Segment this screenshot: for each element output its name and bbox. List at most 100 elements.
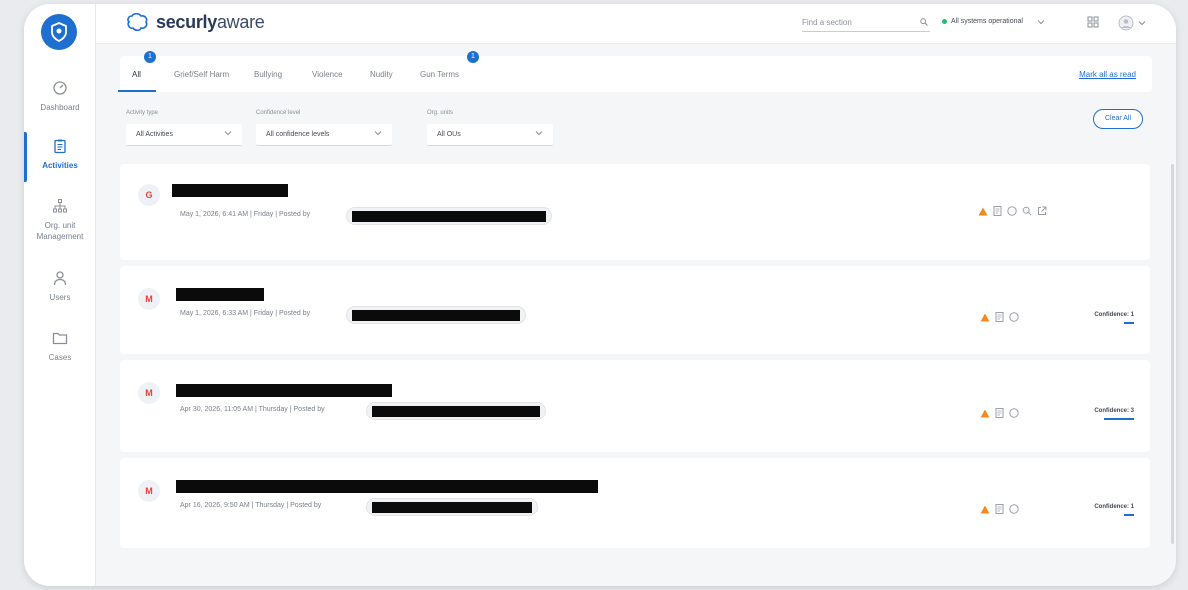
warning-icon[interactable]	[978, 207, 988, 216]
chevron-down-icon	[1037, 19, 1045, 24]
external-link-icon[interactable]	[1037, 206, 1047, 216]
google-icon: G	[138, 184, 160, 206]
clear-all-button[interactable]: Clear All	[1093, 109, 1143, 129]
confidence-bar	[1124, 514, 1134, 516]
sidebar-item-activities[interactable]: Activities	[24, 138, 96, 171]
warning-icon[interactable]	[980, 505, 990, 514]
activity-actions	[980, 312, 1019, 322]
activity-card[interactable]: M May 1, 2026, 6:33 AM | Friday | Posted…	[120, 266, 1150, 354]
activity-meta: May 1, 2026, 6:41 AM | Friday | Posted b…	[180, 211, 311, 218]
warning-icon[interactable]	[980, 313, 990, 322]
activity-card[interactable]: M Apr 30, 2026, 11:05 AM | Thursday | Po…	[120, 360, 1150, 452]
confidence-indicator: Confidence: 1	[1094, 504, 1134, 516]
warning-icon[interactable]	[980, 409, 990, 418]
sidebar-item-label: Org. unit Management	[36, 221, 84, 241]
sidebar: Dashboard Activities Org. unit Managemen…	[24, 4, 96, 586]
activity-meta: Apr 16, 2026, 9:50 AM | Thursday | Poste…	[180, 502, 322, 509]
mark-all-read-link[interactable]: Mark all as read	[1079, 70, 1136, 79]
avatar-icon	[1118, 15, 1134, 31]
confidence-level-value: All confidence levels	[266, 131, 330, 138]
filter-label-activity-type: Activity type	[126, 110, 159, 116]
confidence-indicator: Confidence: 1	[1094, 312, 1134, 324]
sidebar-item-label: Users	[49, 293, 71, 302]
tab-all-badge: 1	[144, 51, 156, 63]
status-dot-icon	[942, 19, 947, 24]
document-icon[interactable]	[995, 408, 1004, 418]
sidebar-item-cases[interactable]: Cases	[24, 330, 96, 363]
org-chart-icon	[53, 199, 67, 213]
category-tabs: All 1 Grief/Self Harm Bullying Violence …	[118, 51, 1152, 92]
poster-redacted	[346, 207, 552, 225]
confidence-label: Confidence: 1	[1094, 504, 1134, 510]
info-icon[interactable]	[1009, 408, 1019, 418]
clipboard-icon	[54, 139, 66, 154]
redacted-title	[176, 384, 392, 397]
gmail-icon: M	[138, 288, 160, 310]
chevron-down-icon	[1138, 21, 1146, 26]
sidebar-item-dashboard[interactable]: Dashboard	[24, 80, 96, 113]
tab-gun-terms-badge: 1	[467, 51, 479, 63]
brand-name: securlyaware	[156, 12, 265, 32]
activity-meta: Apr 30, 2026, 11:05 AM | Thursday | Post…	[180, 406, 325, 413]
user-icon	[53, 271, 67, 286]
brand-logo[interactable]: securlyaware	[126, 12, 265, 33]
scrollbar[interactable]	[1171, 164, 1174, 544]
confidence-bar	[1104, 418, 1134, 420]
dashboard-icon	[53, 81, 67, 95]
document-icon[interactable]	[995, 312, 1004, 322]
activity-actions	[978, 206, 1047, 216]
tab-active-underline	[118, 90, 156, 92]
activity-actions	[980, 408, 1019, 418]
shield-logo-icon[interactable]	[41, 14, 77, 50]
confidence-label: Confidence: 1	[1094, 312, 1134, 318]
info-icon[interactable]	[1009, 312, 1019, 322]
poster-redacted	[346, 306, 526, 324]
activity-meta: May 1, 2026, 6:33 AM | Friday | Posted b…	[180, 310, 311, 317]
filter-label-confidence-level: Confidence level	[256, 110, 301, 116]
chevron-down-icon	[535, 131, 543, 136]
activity-actions	[980, 504, 1019, 514]
confidence-label: Confidence: 3	[1094, 408, 1134, 414]
info-icon[interactable]	[1007, 206, 1017, 216]
sidebar-item-label: Dashboard	[40, 103, 80, 112]
search-icon[interactable]	[1022, 206, 1032, 216]
chevron-down-icon	[224, 131, 232, 136]
sidebar-item-org-unit-management[interactable]: Org. unit Management	[24, 198, 96, 242]
gmail-icon: M	[138, 382, 160, 404]
top-bar: securlyaware Find a section All systems …	[96, 4, 1176, 44]
org-units-value: All OUs	[437, 131, 461, 138]
search-input[interactable]: Find a section	[802, 14, 930, 32]
sidebar-item-label: Activities	[42, 161, 78, 170]
grid-apps-icon[interactable]	[1086, 15, 1100, 29]
user-menu[interactable]	[1118, 15, 1146, 31]
chevron-down-icon	[374, 131, 382, 136]
document-icon[interactable]	[995, 504, 1004, 514]
redacted-title	[176, 480, 598, 493]
activity-card[interactable]: M Apr 16, 2026, 9:50 AM | Thursday | Pos…	[120, 458, 1150, 548]
document-icon[interactable]	[993, 206, 1002, 216]
activity-card[interactable]: G May 1, 2026, 6:41 AM | Friday | Posted…	[120, 164, 1150, 260]
org-units-select[interactable]: All OUs	[427, 124, 553, 146]
tab-all[interactable]: All	[132, 70, 141, 79]
tab-bullying[interactable]: Bullying	[254, 70, 282, 79]
confidence-bar	[1124, 322, 1134, 324]
brain-logo-icon	[127, 12, 148, 31]
status-text: All systems operational	[951, 18, 1023, 25]
tab-nudity[interactable]: Nudity	[370, 70, 393, 79]
tab-gun-terms[interactable]: Gun Terms	[420, 70, 459, 79]
system-status[interactable]: All systems operational	[942, 18, 1045, 25]
poster-redacted	[366, 402, 546, 420]
tab-grief-self-harm[interactable]: Grief/Self Harm	[174, 70, 229, 79]
confidence-level-select[interactable]: All confidence levels	[256, 124, 392, 146]
sidebar-item-label: Cases	[48, 353, 72, 362]
folder-icon	[52, 332, 68, 345]
gmail-icon: M	[138, 480, 160, 502]
tab-violence[interactable]: Violence	[312, 70, 343, 79]
search-placeholder: Find a section	[802, 18, 852, 27]
info-icon[interactable]	[1009, 504, 1019, 514]
app-window: Dashboard Activities Org. unit Managemen…	[24, 4, 1176, 586]
search-icon	[920, 18, 928, 26]
activity-type-value: All Activities	[136, 131, 173, 138]
sidebar-item-users[interactable]: Users	[24, 270, 96, 303]
activity-type-select[interactable]: All Activities	[126, 124, 242, 146]
